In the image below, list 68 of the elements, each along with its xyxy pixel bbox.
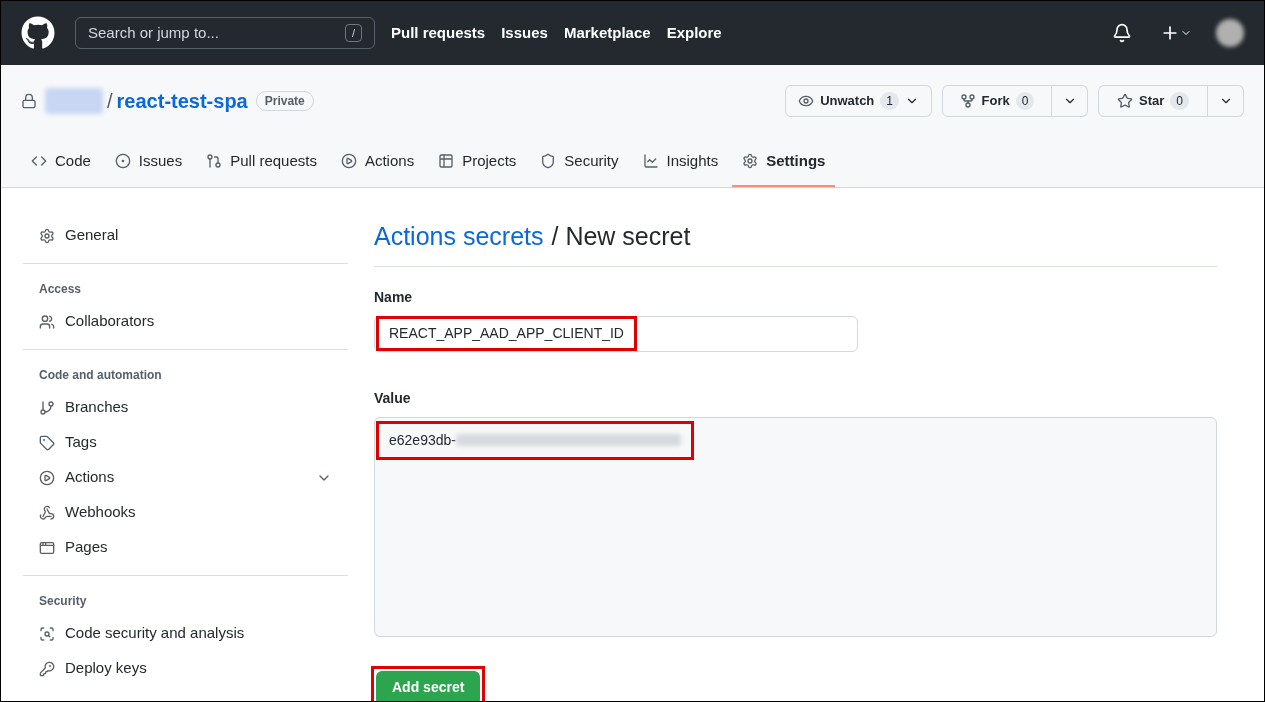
sidebar-item[interactable]: Deploy keys [23,651,348,686]
sidebar-item[interactable]: Branches [23,390,348,425]
shortcut-key: / [344,23,362,43]
sidebar-heading: Security [38,593,88,610]
sidebar-item[interactable]: General [23,218,348,253]
repo-action-button[interactable]: Unwatch 1 [785,85,932,117]
branch-icon [39,399,55,416]
sidebar-item[interactable]: Code security and analysis [23,616,348,651]
play-icon [39,469,55,486]
repo-tab[interactable]: Projects [428,137,527,187]
name-value: REACT_APP_AAD_APP_CLIENT_ID [389,325,624,341]
sidebar-item[interactable]: Webhooks [23,495,348,530]
search-input[interactable]: Search or jump to... [88,21,318,45]
sidebar-item[interactable]: Pages [23,530,348,565]
pull-request-icon [206,153,223,169]
repo-name-link[interactable]: react-test-spa [116,86,248,116]
eye-icon [798,93,815,109]
table-icon [438,153,455,169]
search-field[interactable]: Search or jump to... / [75,17,375,49]
window-icon [39,539,55,556]
repo-action-button[interactable]: Fork 0 [942,85,1052,117]
repo-tab[interactable]: Settings [732,137,836,187]
fork-icon [959,93,976,109]
repo-separator: / [107,89,113,114]
nav-link[interactable]: Pull requests [391,21,486,45]
key-icon [39,660,55,677]
settings-icon [39,227,55,244]
circle-dot-icon [114,153,131,169]
sidebar-item[interactable]: Tags [23,425,348,460]
repo-tab[interactable]: Pull requests [196,137,327,187]
tag-icon [39,434,55,451]
nav-link[interactable]: Marketplace [563,21,651,45]
repo-tab[interactable]: Insights [632,137,729,187]
repo-tab[interactable]: Actions [330,137,425,187]
play-icon [340,153,357,169]
bell-icon[interactable] [1112,23,1132,43]
settings-icon [742,153,759,169]
scan-icon [39,625,55,642]
field-label: Name [374,287,414,307]
repo-tab[interactable]: Code [21,137,101,187]
github-logo-icon[interactable] [21,16,55,50]
repo-tab[interactable]: Security [530,137,629,187]
avatar[interactable] [1216,19,1244,47]
field-label: Value [374,388,412,408]
nav-link[interactable]: Explore [666,21,722,45]
sidebar-item[interactable]: Collaborators [23,304,348,339]
line-chart-icon [642,153,659,169]
count-label: 1 [880,92,899,110]
page-title: / New secret [551,221,691,252]
name-field[interactable]: REACT_APP_AAD_APP_CLIENT_ID [374,315,858,352]
shield-icon [540,153,557,169]
value-text: e62e93db- [389,430,456,450]
value-textarea[interactable]: e62e93db- [374,416,1217,637]
count-label: 0 [1015,92,1035,110]
star-icon [1117,93,1133,109]
repo-action-button[interactable]: Star 0 [1098,85,1208,117]
repo-tab[interactable]: Issues [104,137,193,187]
nav-link[interactable]: Issues [501,21,548,45]
sidebar-heading: Access [38,281,83,298]
blurred-owner [45,88,103,114]
count-label: 0 [1170,92,1189,110]
people-icon [39,313,55,330]
breadcrumb-link[interactable]: Actions secrets [374,218,544,256]
sidebar-heading: Code and automation [38,367,163,384]
lock-icon [21,93,37,109]
webhook-icon [39,504,55,521]
code-icon [31,153,47,169]
sidebar-item[interactable]: Actions [23,460,348,495]
